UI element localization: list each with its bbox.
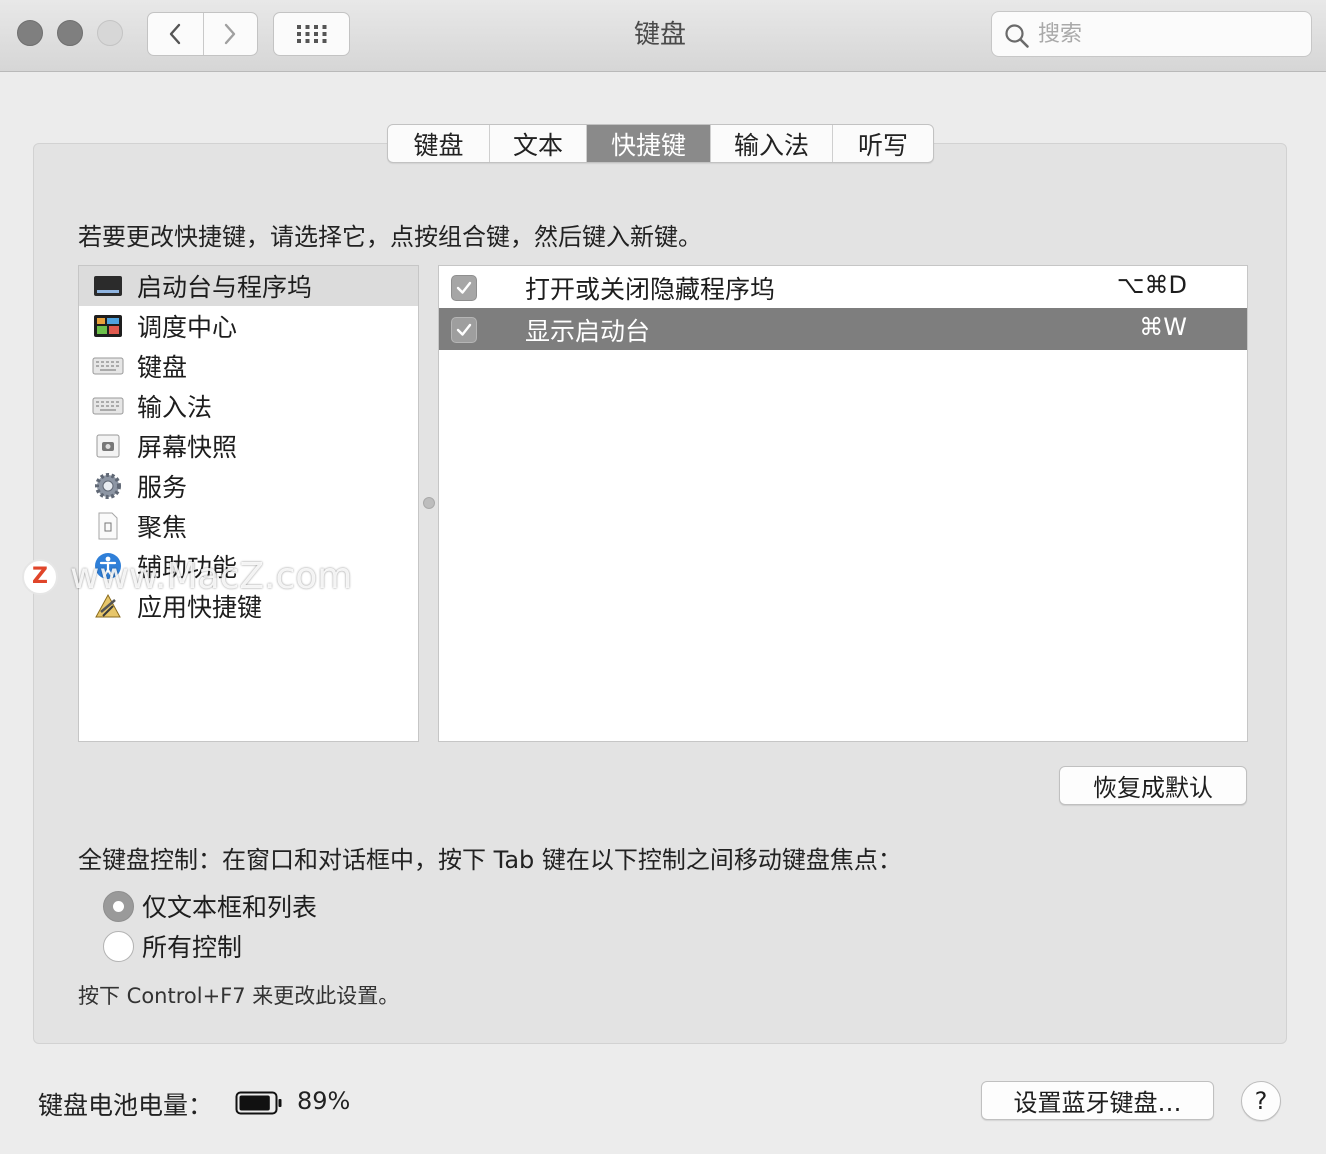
- tab-dictation[interactable]: 听写: [832, 125, 933, 162]
- category-label: 调度中心: [137, 313, 238, 342]
- radio-option-text-boxes-lists[interactable]: 仅文本框和列表: [103, 889, 317, 923]
- full-keyboard-access-label: 全键盘控制：在窗口和对话框中，按下 Tab 键在以下控制之间移动键盘焦点：: [78, 846, 902, 874]
- title-bar: 键盘: [0, 0, 1326, 72]
- category-item-input-sources[interactable]: 输入法: [79, 386, 418, 426]
- minimize-window-button[interactable]: [57, 20, 83, 46]
- category-label: 输入法: [137, 393, 213, 422]
- input-source-icon: [92, 392, 124, 420]
- category-label: 聚焦: [137, 513, 188, 542]
- watermark-text: www.MacZ.com: [70, 556, 353, 597]
- shortcut-row-toggle-dock-hiding[interactable]: 打开或关闭隐藏程序坞 ⌥⌘D: [439, 266, 1247, 308]
- zoom-window-button[interactable]: [97, 20, 123, 46]
- shortcut-label: 打开或关闭隐藏程序坞: [525, 275, 776, 304]
- category-label: 服务: [137, 473, 188, 502]
- battery-icon: [235, 1090, 283, 1120]
- screenshot-icon: [92, 432, 124, 460]
- tab-shortcuts[interactable]: 快捷键: [586, 125, 710, 162]
- category-item-launchpad-dock[interactable]: 启动台与程序坞: [79, 266, 418, 306]
- shortcut-checkbox[interactable]: [451, 317, 477, 343]
- checkmark-icon: [456, 323, 472, 336]
- setup-bluetooth-keyboard-button[interactable]: 设置蓝牙键盘…: [981, 1081, 1214, 1120]
- tab-keyboard[interactable]: 键盘: [388, 125, 489, 162]
- mission-control-icon: [92, 312, 124, 340]
- grid-icon: [296, 25, 326, 43]
- battery-level-label: 键盘电池电量：: [38, 1091, 214, 1120]
- search-input[interactable]: [1038, 18, 1298, 50]
- instruction-text: 若要更改快捷键，请选择它，点按组合键，然后键入新键。: [78, 223, 702, 251]
- chevron-right-icon: [225, 23, 236, 45]
- category-item-keyboard[interactable]: 键盘: [79, 346, 418, 386]
- category-item-mission-control[interactable]: 调度中心: [79, 306, 418, 346]
- category-item-spotlight[interactable]: 聚焦: [79, 506, 418, 546]
- radio-button[interactable]: [103, 930, 134, 962]
- category-item-services[interactable]: 服务: [79, 466, 418, 506]
- shortcut-checkbox[interactable]: [451, 275, 477, 301]
- show-all-button[interactable]: [273, 12, 350, 56]
- tab-text[interactable]: 文本: [489, 125, 586, 162]
- shortcut-row-show-launchpad[interactable]: 显示启动台 ⌘W: [439, 308, 1247, 350]
- shortcut-keys[interactable]: ⌘W: [1139, 313, 1187, 341]
- forward-button[interactable]: [202, 13, 258, 55]
- radio-option-all-controls[interactable]: 所有控制: [103, 929, 242, 963]
- radio-button[interactable]: [103, 890, 134, 922]
- keyboard-icon: [92, 352, 124, 380]
- split-view-divider[interactable]: [423, 497, 435, 509]
- close-window-button[interactable]: [17, 20, 43, 46]
- checkmark-icon: [456, 281, 472, 294]
- watermark-logo-icon: Z: [22, 558, 58, 595]
- spotlight-icon: [92, 512, 124, 540]
- help-icon: ?: [1254, 1087, 1268, 1115]
- radio-label: 仅文本框和列表: [142, 893, 318, 922]
- battery-percent: 89%: [297, 1087, 351, 1115]
- shortcut-keys[interactable]: ⌥⌘D: [1117, 271, 1187, 299]
- category-label: 启动台与程序坞: [137, 273, 313, 302]
- control-f7-hint: 按下 Control+F7 来更改此设置。: [78, 984, 400, 1008]
- window-title: 键盘: [633, 20, 686, 50]
- category-list[interactable]: 启动台与程序坞 调度中心 键盘 输入法 屏幕快照 服务 聚焦 辅助功能 应用快捷…: [78, 265, 419, 742]
- watermark: Z www.MacZ.com: [22, 556, 352, 597]
- nav-button-group: [147, 12, 258, 56]
- category-item-screenshots[interactable]: 屏幕快照: [79, 426, 418, 466]
- back-button[interactable]: [148, 13, 203, 55]
- services-gear-icon: [92, 472, 124, 500]
- shortcut-list[interactable]: 打开或关闭隐藏程序坞 ⌥⌘D 显示启动台 ⌘W: [438, 265, 1248, 742]
- search-icon: [1005, 24, 1029, 48]
- launchpad-dock-icon: [92, 272, 124, 300]
- shortcut-label: 显示启动台: [525, 317, 651, 346]
- chevron-left-icon: [170, 23, 181, 45]
- restore-defaults-button[interactable]: 恢复成默认: [1059, 766, 1247, 805]
- help-button[interactable]: ?: [1241, 1081, 1281, 1121]
- category-label: 屏幕快照: [137, 433, 238, 462]
- category-label: 键盘: [137, 353, 188, 382]
- tab-bar: 键盘 文本 快捷键 输入法 听写: [387, 124, 934, 163]
- search-field[interactable]: [991, 11, 1312, 57]
- tab-input-sources[interactable]: 输入法: [710, 125, 832, 162]
- radio-label: 所有控制: [142, 933, 243, 962]
